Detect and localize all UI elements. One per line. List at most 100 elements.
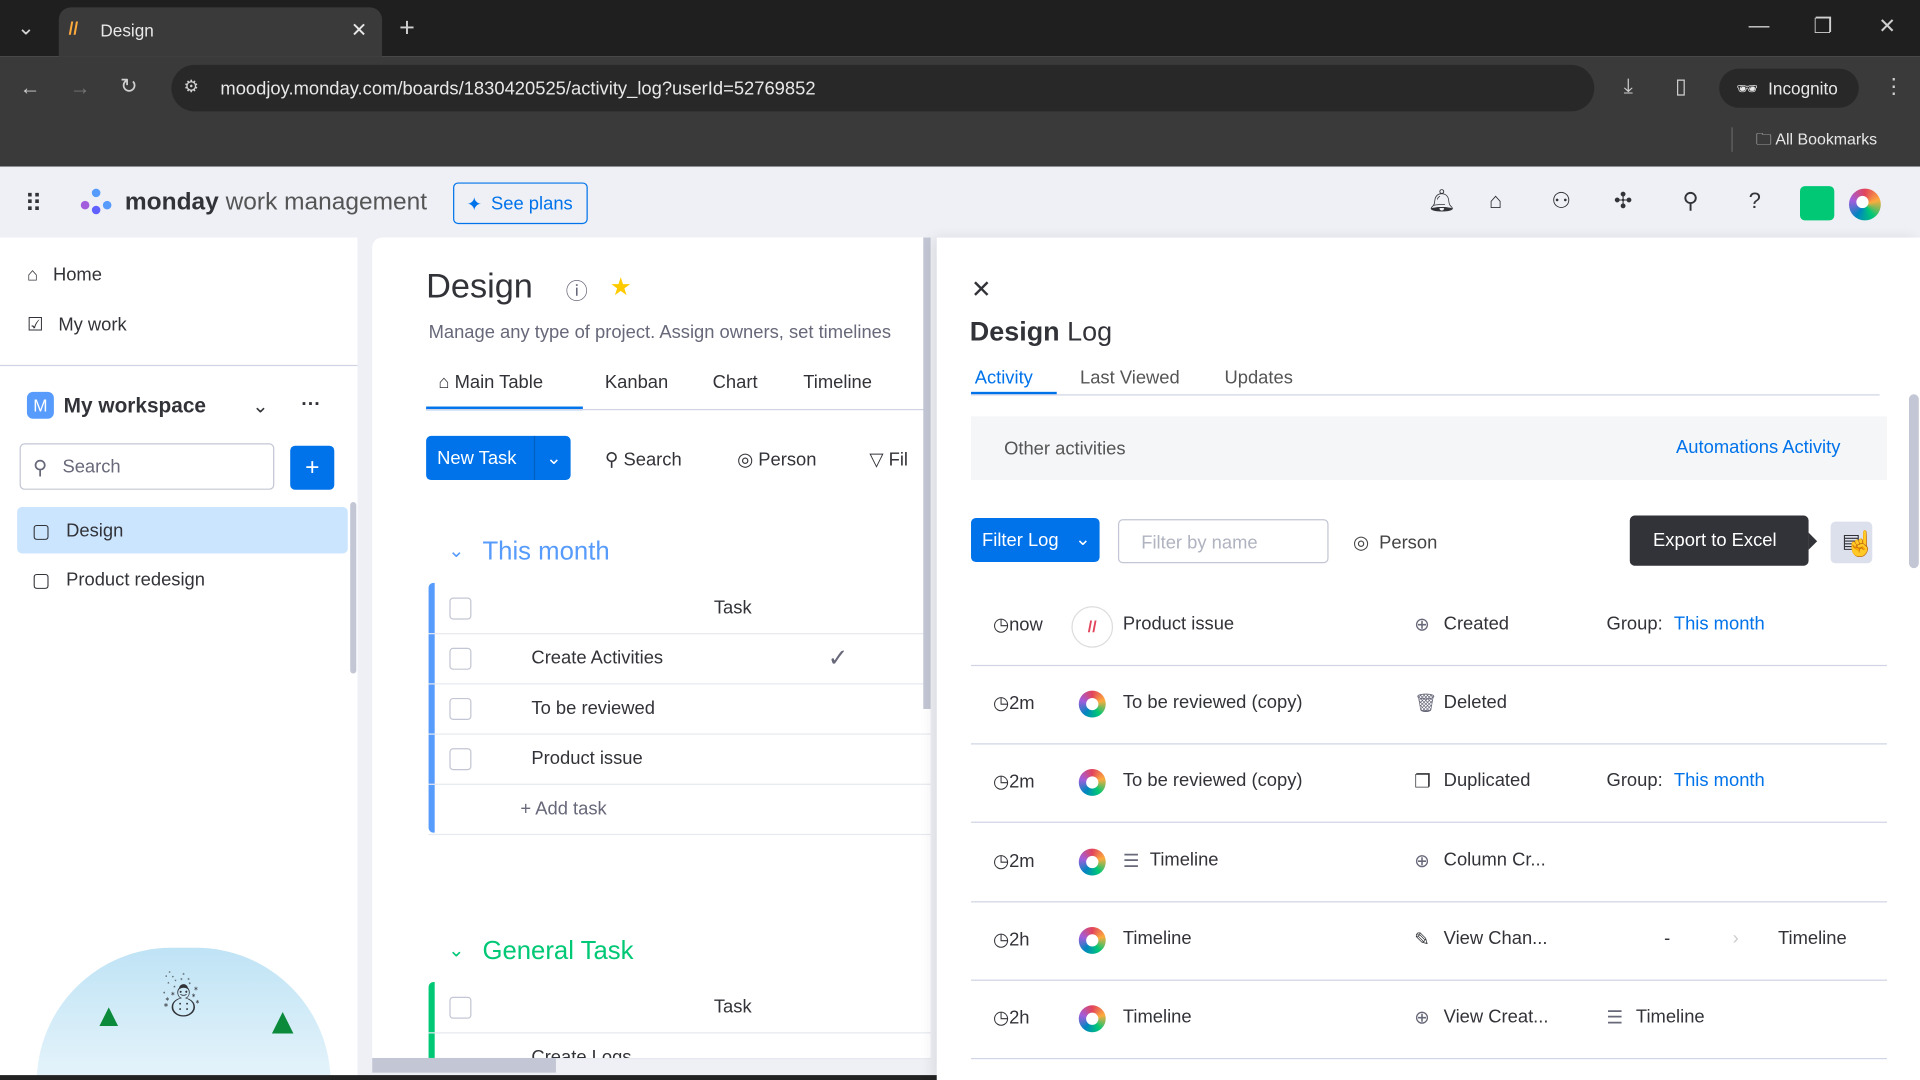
new-task-button[interactable]: New Task ⌄ <box>426 435 571 481</box>
new-tab-icon[interactable]: + <box>399 14 415 42</box>
item-name[interactable]: Timeline <box>1150 850 1219 871</box>
row-checkbox[interactable] <box>449 748 472 771</box>
monday-logo-icon <box>78 186 115 218</box>
tab-timeline[interactable]: Timeline <box>803 372 872 393</box>
log-row[interactable]: ◷now // Product issue ⊕ Created Group: T… <box>971 587 1887 667</box>
sidebar-scrollbar[interactable] <box>350 502 357 674</box>
item-name[interactable]: To be reviewed (copy) <box>1123 692 1303 713</box>
detail-value: Timeline <box>1635 1006 1705 1028</box>
table-row[interactable]: To be reviewed <box>428 683 931 735</box>
more-icon[interactable]: ··· <box>301 394 321 416</box>
add-item-button[interactable]: + <box>290 445 335 490</box>
board-label: Product redesign <box>66 569 205 591</box>
apps-puzzle-icon[interactable]: ✣ <box>1614 189 1632 215</box>
board-icon: ▢ <box>31 521 51 543</box>
sidebar-search-input[interactable]: ⚲ Search <box>19 443 275 490</box>
panel-title-log: Log <box>1067 315 1113 347</box>
tab-updates[interactable]: Updates <box>1224 367 1292 388</box>
apps-grid-icon[interactable]: ⠿ <box>24 189 42 220</box>
incognito-badge[interactable]: 🕶 Incognito <box>1719 68 1859 108</box>
log-row[interactable]: ◷2m ☰ Timeline ⊕ Column Cr... <box>971 823 1887 903</box>
invite-user-icon[interactable]: ⚇ <box>1551 189 1571 215</box>
horizontal-scrollbar[interactable] <box>372 1057 556 1073</box>
site-info-icon[interactable]: ⚙ <box>184 77 199 94</box>
sidebar-item-product-redesign[interactable]: ▢ Product redesign <box>17 556 348 603</box>
task-name[interactable]: Product issue <box>531 748 642 769</box>
tab-kanban[interactable]: Kanban <box>605 372 668 393</box>
chevron-down-icon[interactable]: ⌄ <box>252 394 268 418</box>
forward-icon[interactable]: → <box>70 77 91 98</box>
item-name[interactable]: Timeline <box>1123 928 1192 949</box>
menu-icon[interactable]: ⋮ <box>1883 76 1904 97</box>
inbox-icon[interactable]: ⌂ <box>1489 189 1502 215</box>
item-name[interactable]: Product issue <box>1123 613 1234 634</box>
back-icon[interactable]: ← <box>20 77 41 98</box>
star-favorite-icon[interactable]: ★ <box>610 272 632 303</box>
tab-search-icon[interactable]: ⌄ <box>17 17 34 38</box>
table-row[interactable]: Product issue <box>428 733 931 785</box>
collapse-group-icon[interactable]: ⌄ <box>448 938 464 962</box>
filter-log-button[interactable]: Filter Log ⌄ <box>971 517 1100 563</box>
arrow-right-icon: › <box>1732 928 1739 949</box>
filter-button[interactable]: ▽ Fil <box>869 448 908 470</box>
address-bar[interactable]: ⚙ moodjoy.monday.com/boards/1830420525/a… <box>171 64 1595 112</box>
side-panel-icon[interactable]: ▯ <box>1675 76 1686 97</box>
task-name[interactable]: Create Activities <box>531 648 663 669</box>
sidebar-item-my-work[interactable]: ☑ My work <box>27 313 127 336</box>
group-title[interactable]: This month <box>482 538 609 567</box>
info-icon[interactable]: ⓘ <box>566 274 588 306</box>
table-row[interactable]: Create Activities ✓ <box>428 633 931 685</box>
close-panel-icon[interactable]: ✕ <box>971 274 992 305</box>
collapse-group-icon[interactable]: ⌄ <box>448 539 464 563</box>
tab-main-table[interactable]: ⌂ Main Table <box>438 372 543 393</box>
item-name[interactable]: To be reviewed (copy) <box>1123 770 1303 791</box>
board-search-button[interactable]: ⚲ Search <box>605 448 682 470</box>
select-all-checkbox[interactable] <box>449 597 472 620</box>
panel-scrollbar[interactable] <box>1908 394 1919 569</box>
person-filter-button[interactable]: ◎ Person <box>737 448 816 470</box>
group-link[interactable]: This month <box>1674 613 1765 634</box>
minimize-icon[interactable]: — <box>1749 15 1770 36</box>
automations-activity-link[interactable]: Automations Activity <box>1676 437 1840 458</box>
group-title[interactable]: General Task <box>482 937 633 966</box>
person-filter-button[interactable]: ◎ Person <box>1353 531 1437 554</box>
sidebar-item-design[interactable]: ▢ Design <box>17 506 348 554</box>
add-task-row[interactable]: + Add task <box>428 784 931 836</box>
tab-last-viewed[interactable]: Last Viewed <box>1080 367 1180 388</box>
browser-tab[interactable]: // Design ✕ <box>58 7 383 57</box>
reload-icon[interactable]: ↻ <box>120 76 137 97</box>
row-checkbox[interactable] <box>449 697 472 721</box>
bell-icon[interactable]: 🔔︎ <box>1428 189 1456 215</box>
add-task-input[interactable]: + Add task <box>520 798 606 819</box>
search-icon[interactable]: ⚲ <box>1682 189 1698 215</box>
all-bookmarks[interactable]: 🗀 All Bookmarks <box>1756 129 1877 156</box>
restore-icon[interactable]: ❐ <box>1813 16 1832 37</box>
chevron-down-icon[interactable]: ⌄ <box>546 447 561 469</box>
check-circle-icon[interactable]: ✓ <box>828 643 849 674</box>
close-window-icon[interactable]: ✕ <box>1878 16 1895 37</box>
tab-activity[interactable]: Activity <box>975 367 1033 388</box>
item-name[interactable]: Timeline <box>1123 1007 1192 1028</box>
task-name[interactable]: To be reviewed <box>531 698 655 719</box>
log-row[interactable]: ◷2h Timeline ✎ View Chan... - › Timeline <box>971 901 1887 981</box>
new-value: Timeline <box>1777 928 1847 949</box>
board-scrollbar[interactable] <box>923 237 931 709</box>
table-row[interactable]: Create Logs <box>428 1032 931 1060</box>
group-link[interactable]: This month <box>1674 770 1765 791</box>
log-row[interactable]: ◷2m To be reviewed (copy) ❐ Duplicated G… <box>971 743 1887 823</box>
log-row[interactable]: ◷2h Timeline ⊕ View Creat... ☰ Timeline <box>971 980 1887 1060</box>
tab-chart[interactable]: Chart <box>713 372 758 393</box>
workspace-avatar[interactable] <box>1800 186 1835 221</box>
see-plans-button[interactable]: ✦ See plans <box>453 182 588 225</box>
close-tab-icon[interactable]: ✕ <box>351 18 367 42</box>
action: Deleted <box>1443 691 1507 713</box>
user-avatar[interactable] <box>1848 188 1881 221</box>
row-checkbox[interactable] <box>449 647 472 670</box>
help-icon[interactable]: ? <box>1749 189 1761 215</box>
log-row[interactable]: ◷2m To be reviewed (copy) 🗑︎ Deleted <box>971 665 1887 745</box>
filter-by-name-input[interactable]: Filter by name <box>1117 519 1329 564</box>
sidebar-item-home[interactable]: ⌂ Home <box>27 264 102 285</box>
select-all-checkbox[interactable] <box>449 996 472 1019</box>
workspace-selector[interactable]: My workspace <box>64 394 206 418</box>
download-icon[interactable]: ⤓ <box>1624 76 1633 97</box>
